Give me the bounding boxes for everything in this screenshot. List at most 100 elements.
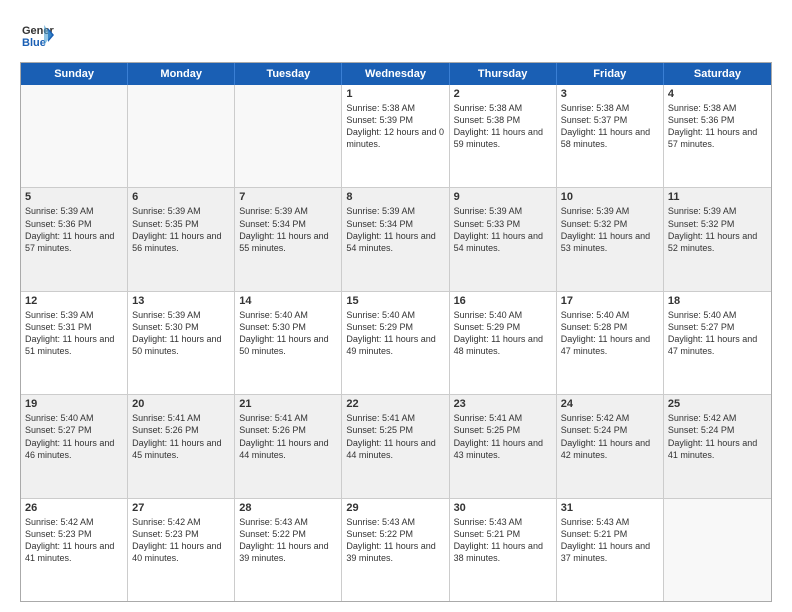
sunset-text: Sunset: 5:30 PM (239, 321, 337, 333)
cell-info: Sunrise: 5:42 AM Sunset: 5:24 PM Dayligh… (668, 412, 767, 461)
cal-cell-6: 6 Sunrise: 5:39 AM Sunset: 5:35 PM Dayli… (128, 188, 235, 290)
cal-cell-31: 31 Sunrise: 5:43 AM Sunset: 5:21 PM Dayl… (557, 499, 664, 601)
daylight-text: Daylight: 11 hours and 50 minutes. (132, 333, 230, 357)
sunrise-text: Sunrise: 5:43 AM (239, 516, 337, 528)
sunset-text: Sunset: 5:27 PM (25, 424, 123, 436)
sunrise-text: Sunrise: 5:43 AM (454, 516, 552, 528)
sunrise-text: Sunrise: 5:38 AM (454, 102, 552, 114)
sunrise-text: Sunrise: 5:39 AM (239, 205, 337, 217)
daylight-text: Daylight: 11 hours and 59 minutes. (454, 126, 552, 150)
daylight-text: Daylight: 11 hours and 44 minutes. (346, 437, 444, 461)
day-number: 29 (346, 502, 444, 514)
sunset-text: Sunset: 5:29 PM (454, 321, 552, 333)
sunrise-text: Sunrise: 5:39 AM (454, 205, 552, 217)
cal-cell-8: 8 Sunrise: 5:39 AM Sunset: 5:34 PM Dayli… (342, 188, 449, 290)
cal-cell-19: 19 Sunrise: 5:40 AM Sunset: 5:27 PM Dayl… (21, 395, 128, 497)
daylight-text: Daylight: 11 hours and 47 minutes. (668, 333, 767, 357)
sunrise-text: Sunrise: 5:42 AM (561, 412, 659, 424)
cal-header-thursday: Thursday (450, 63, 557, 85)
sunset-text: Sunset: 5:25 PM (346, 424, 444, 436)
cal-cell-17: 17 Sunrise: 5:40 AM Sunset: 5:28 PM Dayl… (557, 292, 664, 394)
cal-cell-3: 3 Sunrise: 5:38 AM Sunset: 5:37 PM Dayli… (557, 85, 664, 187)
daylight-text: Daylight: 11 hours and 45 minutes. (132, 437, 230, 461)
sunrise-text: Sunrise: 5:40 AM (346, 309, 444, 321)
sunrise-text: Sunrise: 5:42 AM (132, 516, 230, 528)
sunset-text: Sunset: 5:35 PM (132, 218, 230, 230)
daylight-text: Daylight: 11 hours and 46 minutes. (25, 437, 123, 461)
sunset-text: Sunset: 5:38 PM (454, 114, 552, 126)
cell-info: Sunrise: 5:40 AM Sunset: 5:29 PM Dayligh… (454, 309, 552, 358)
day-number: 27 (132, 502, 230, 514)
cell-info: Sunrise: 5:39 AM Sunset: 5:34 PM Dayligh… (239, 205, 337, 254)
cal-row-4: 26 Sunrise: 5:42 AM Sunset: 5:23 PM Dayl… (21, 499, 771, 601)
day-number: 20 (132, 398, 230, 410)
cell-info: Sunrise: 5:40 AM Sunset: 5:27 PM Dayligh… (25, 412, 123, 461)
day-number: 3 (561, 88, 659, 100)
daylight-text: Daylight: 11 hours and 53 minutes. (561, 230, 659, 254)
sunrise-text: Sunrise: 5:38 AM (668, 102, 767, 114)
sunrise-text: Sunrise: 5:40 AM (561, 309, 659, 321)
sunset-text: Sunset: 5:37 PM (561, 114, 659, 126)
sunrise-text: Sunrise: 5:39 AM (561, 205, 659, 217)
cal-cell-23: 23 Sunrise: 5:41 AM Sunset: 5:25 PM Dayl… (450, 395, 557, 497)
cal-cell-12: 12 Sunrise: 5:39 AM Sunset: 5:31 PM Dayl… (21, 292, 128, 394)
cell-info: Sunrise: 5:41 AM Sunset: 5:26 PM Dayligh… (239, 412, 337, 461)
sunrise-text: Sunrise: 5:41 AM (239, 412, 337, 424)
sunset-text: Sunset: 5:36 PM (668, 114, 767, 126)
sunset-text: Sunset: 5:27 PM (668, 321, 767, 333)
cell-info: Sunrise: 5:41 AM Sunset: 5:25 PM Dayligh… (346, 412, 444, 461)
sunrise-text: Sunrise: 5:41 AM (454, 412, 552, 424)
day-number: 15 (346, 295, 444, 307)
sunset-text: Sunset: 5:39 PM (346, 114, 444, 126)
sunrise-text: Sunrise: 5:39 AM (346, 205, 444, 217)
cell-info: Sunrise: 5:38 AM Sunset: 5:38 PM Dayligh… (454, 102, 552, 151)
day-number: 13 (132, 295, 230, 307)
sunset-text: Sunset: 5:24 PM (668, 424, 767, 436)
daylight-text: Daylight: 11 hours and 57 minutes. (668, 126, 767, 150)
cal-cell-16: 16 Sunrise: 5:40 AM Sunset: 5:29 PM Dayl… (450, 292, 557, 394)
cell-info: Sunrise: 5:38 AM Sunset: 5:37 PM Dayligh… (561, 102, 659, 151)
cell-info: Sunrise: 5:38 AM Sunset: 5:36 PM Dayligh… (668, 102, 767, 151)
logo: General Blue (20, 18, 54, 52)
cell-info: Sunrise: 5:39 AM Sunset: 5:34 PM Dayligh… (346, 205, 444, 254)
cal-header-saturday: Saturday (664, 63, 771, 85)
cal-cell-15: 15 Sunrise: 5:40 AM Sunset: 5:29 PM Dayl… (342, 292, 449, 394)
cell-info: Sunrise: 5:39 AM Sunset: 5:31 PM Dayligh… (25, 309, 123, 358)
calendar-header: SundayMondayTuesdayWednesdayThursdayFrid… (21, 63, 771, 85)
cal-cell-29: 29 Sunrise: 5:43 AM Sunset: 5:22 PM Dayl… (342, 499, 449, 601)
day-number: 10 (561, 191, 659, 203)
day-number: 2 (454, 88, 552, 100)
cell-info: Sunrise: 5:43 AM Sunset: 5:21 PM Dayligh… (454, 516, 552, 565)
cal-header-sunday: Sunday (21, 63, 128, 85)
cell-info: Sunrise: 5:42 AM Sunset: 5:24 PM Dayligh… (561, 412, 659, 461)
cal-cell-13: 13 Sunrise: 5:39 AM Sunset: 5:30 PM Dayl… (128, 292, 235, 394)
calendar: SundayMondayTuesdayWednesdayThursdayFrid… (20, 62, 772, 602)
cal-cell-27: 27 Sunrise: 5:42 AM Sunset: 5:23 PM Dayl… (128, 499, 235, 601)
sunrise-text: Sunrise: 5:43 AM (346, 516, 444, 528)
cal-cell-28: 28 Sunrise: 5:43 AM Sunset: 5:22 PM Dayl… (235, 499, 342, 601)
day-number: 1 (346, 88, 444, 100)
cal-cell-7: 7 Sunrise: 5:39 AM Sunset: 5:34 PM Dayli… (235, 188, 342, 290)
cal-cell-5: 5 Sunrise: 5:39 AM Sunset: 5:36 PM Dayli… (21, 188, 128, 290)
header: General Blue (20, 18, 772, 52)
day-number: 25 (668, 398, 767, 410)
day-number: 8 (346, 191, 444, 203)
daylight-text: Daylight: 11 hours and 41 minutes. (25, 540, 123, 564)
day-number: 5 (25, 191, 123, 203)
cal-header-monday: Monday (128, 63, 235, 85)
svg-text:Blue: Blue (22, 37, 46, 49)
day-number: 7 (239, 191, 337, 203)
sunset-text: Sunset: 5:25 PM (454, 424, 552, 436)
cal-cell-empty-0-2 (235, 85, 342, 187)
sunset-text: Sunset: 5:32 PM (668, 218, 767, 230)
cell-info: Sunrise: 5:42 AM Sunset: 5:23 PM Dayligh… (132, 516, 230, 565)
cal-header-friday: Friday (557, 63, 664, 85)
daylight-text: Daylight: 11 hours and 57 minutes. (25, 230, 123, 254)
cal-cell-22: 22 Sunrise: 5:41 AM Sunset: 5:25 PM Dayl… (342, 395, 449, 497)
sunset-text: Sunset: 5:34 PM (239, 218, 337, 230)
daylight-text: Daylight: 11 hours and 39 minutes. (346, 540, 444, 564)
day-number: 17 (561, 295, 659, 307)
sunrise-text: Sunrise: 5:40 AM (668, 309, 767, 321)
sunset-text: Sunset: 5:21 PM (454, 528, 552, 540)
daylight-text: Daylight: 11 hours and 39 minutes. (239, 540, 337, 564)
